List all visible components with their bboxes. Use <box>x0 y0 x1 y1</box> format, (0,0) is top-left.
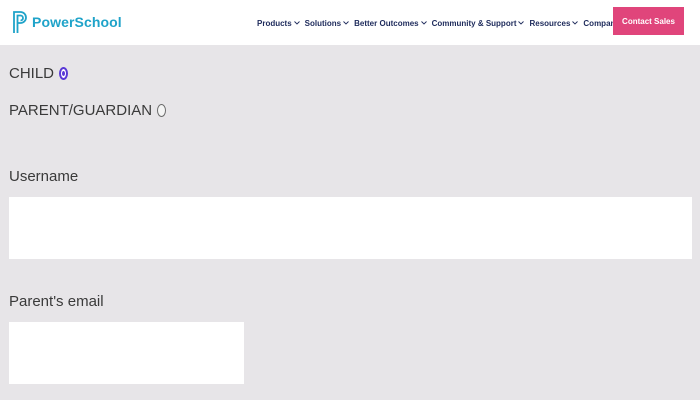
nav-item-community-support[interactable]: Community & Support <box>432 19 526 28</box>
main-nav: Products Solutions Better Outcomes Commu… <box>257 17 629 29</box>
logo-text: PowerSchool <box>32 14 122 30</box>
nav-item-label: Solutions <box>304 18 342 28</box>
chevron-down-icon <box>518 21 525 25</box>
radio-button-unchecked[interactable] <box>157 104 167 117</box>
site-header: PowerSchool Products Solutions Better Ou… <box>0 0 700 45</box>
chevron-down-icon <box>572 21 579 25</box>
role-option-label: PARENT/GUARDIAN <box>9 102 153 119</box>
chevron-down-icon <box>343 21 349 25</box>
contact-sales-button[interactable]: Contact Sales <box>613 7 684 35</box>
nav-item-label: Better Outcomes <box>354 18 419 28</box>
radio-button-checked[interactable] <box>59 67 69 80</box>
nav-item-resources[interactable]: Resources <box>529 19 579 28</box>
role-option-label: CHILD <box>9 65 55 82</box>
nav-item-label: Community & Support <box>431 18 517 28</box>
nav-item-label: Products <box>257 18 292 28</box>
parent-email-input[interactable] <box>9 322 244 384</box>
parent-email-label: Parent's email <box>9 293 104 310</box>
nav-item-label: Resources <box>529 18 571 28</box>
nav-item-solutions[interactable]: Solutions <box>305 19 350 28</box>
chevron-down-icon <box>293 21 300 25</box>
chevron-down-icon <box>420 21 427 25</box>
username-input[interactable] <box>9 197 692 259</box>
role-option-parent-guardian[interactable]: PARENT/GUARDIAN <box>9 102 167 119</box>
powerschool-logo-icon <box>13 11 27 33</box>
username-label: Username <box>9 168 79 185</box>
role-option-child[interactable]: CHILD <box>9 65 69 82</box>
nav-item-better-outcomes[interactable]: Better Outcomes <box>354 19 427 28</box>
logo[interactable]: PowerSchool <box>12 9 122 35</box>
nav-item-products[interactable]: Products <box>257 19 301 28</box>
